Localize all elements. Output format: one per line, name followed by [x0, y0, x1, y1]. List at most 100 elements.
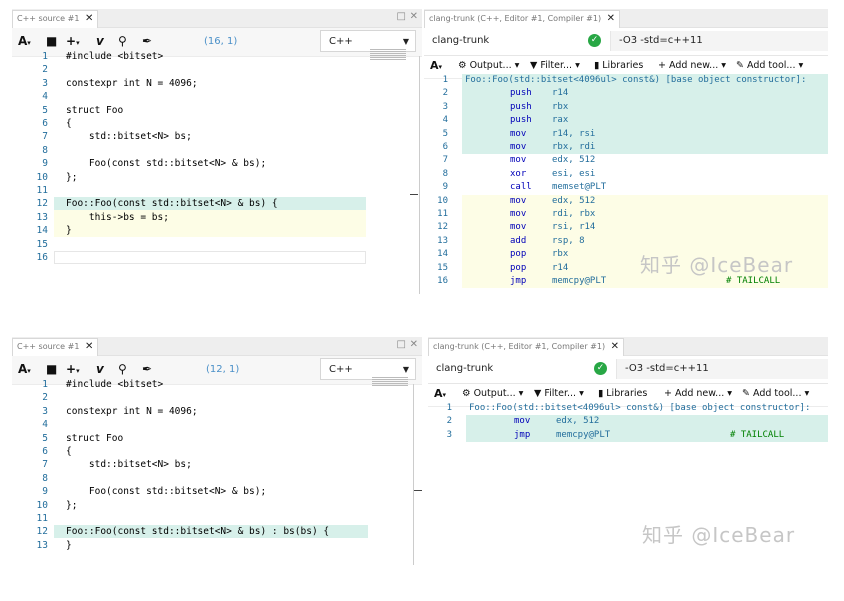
asm-line[interactable]: 2 mov edx, 512: [447, 415, 828, 429]
output-button[interactable]: ⚙ Output... ▾: [458, 60, 519, 71]
asm-line[interactable]: 7 mov edx, 512: [424, 154, 828, 167]
code-line[interactable]: 3 constexpr int N = 4096;: [12, 405, 422, 418]
code-line[interactable]: 7 std::bitset<N> bs;: [12, 458, 422, 471]
filter-button[interactable]: ▼ Filter... ▾: [530, 60, 580, 71]
asm-line[interactable]: 3 push rbx: [443, 100, 828, 115]
save-icon[interactable]: ■: [46, 362, 57, 376]
asm-operands: memset@PLT: [552, 182, 607, 193]
close-icon[interactable]: ✕: [611, 341, 619, 352]
add-tool-button[interactable]: ✎ Add tool... ▾: [736, 60, 803, 71]
editor-scrollbar[interactable]: [413, 384, 414, 565]
minimap[interactable]: [370, 49, 406, 67]
compiler-options-input[interactable]: -O3 -std=c++11: [616, 359, 828, 379]
asm-line[interactable]: 8 xor esi, esi: [424, 168, 828, 181]
compiler-select[interactable]: clang-trunk: [431, 359, 586, 379]
asm-line[interactable]: 10 mov edx, 512: [437, 194, 828, 208]
search-icon[interactable]: ⚲: [118, 34, 127, 48]
code-line[interactable]: 9 Foo(const std::bitset<N> & bs);: [12, 485, 422, 498]
code-line[interactable]: 11: [12, 184, 422, 197]
code-line[interactable]: 12 Foo::Foo(const std::bitset<N> & bs) : …: [12, 525, 422, 538]
pin-icon[interactable]: ✒: [142, 34, 152, 48]
font-icon[interactable]: A▾: [18, 362, 31, 376]
search-icon[interactable]: ⚲: [118, 362, 127, 376]
asm-line[interactable]: 6 mov rbx, rdi: [443, 141, 828, 155]
compiler-tab[interactable]: clang-trunk (C++, Editor #1, Compiler #1…: [424, 10, 620, 28]
pin-icon[interactable]: ✒: [142, 362, 152, 376]
asm-line[interactable]: 2 push r14: [443, 87, 828, 101]
add-icon[interactable]: +▾: [66, 362, 80, 376]
asm-line[interactable]: 5 mov r14, rsi: [443, 127, 828, 141]
code-line[interactable]: 6{: [12, 445, 422, 458]
save-icon[interactable]: ■: [46, 34, 57, 48]
close-icon[interactable]: ✕: [410, 339, 418, 350]
vim-icon[interactable]: v: [96, 362, 104, 376]
add-new-button[interactable]: + Add new... ▾: [664, 388, 732, 399]
code-line[interactable]: 11: [12, 512, 422, 525]
code-area[interactable]: 1 #include <bitset> 2 3 constexpr int N = 40…: [12, 49, 422, 294]
compiler-tab[interactable]: clang-trunk (C++, Editor #1, Compiler #1…: [428, 338, 624, 356]
code-line[interactable]: 13 this->bs = bs;: [12, 211, 422, 224]
libraries-button[interactable]: ▮ Libraries: [598, 388, 647, 399]
code-line[interactable]: 16: [12, 251, 422, 264]
code-line[interactable]: 10};: [12, 171, 422, 184]
add-tool-button[interactable]: ✎ Add tool... ▾: [742, 388, 809, 399]
editor-scrollbar[interactable]: [419, 56, 420, 294]
asm-line[interactable]: 12 mov rsi, r14: [437, 221, 828, 235]
editor-tab[interactable]: C++ source #1 ✕: [12, 338, 99, 356]
asm-line[interactable]: 13 add rsp, 8: [437, 234, 828, 249]
code-line[interactable]: 4: [12, 418, 422, 431]
code-line[interactable]: 6{: [12, 117, 422, 130]
add-new-button[interactable]: + Add new... ▾: [658, 60, 726, 71]
code-line[interactable]: 3 constexpr int N = 4096;: [12, 77, 422, 90]
maximize-icon[interactable]: □: [397, 339, 406, 350]
code-line[interactable]: 7 std::bitset<N> bs;: [12, 130, 422, 143]
code-area[interactable]: 1 #include <bitset> 2 3 constexpr int N = 40…: [12, 377, 422, 565]
code-line[interactable]: 4: [12, 90, 422, 103]
code-line[interactable]: 8: [12, 144, 422, 157]
output-button[interactable]: ⚙ Output... ▾: [462, 388, 523, 399]
font-icon[interactable]: A▾: [18, 34, 31, 48]
close-icon[interactable]: ✕: [85, 13, 93, 24]
wrench-icon: ✎: [736, 60, 744, 71]
splitter-handle[interactable]: [414, 490, 422, 491]
line-number: 9: [442, 182, 448, 193]
compiler-select[interactable]: clang-trunk: [427, 31, 582, 51]
asm-line[interactable]: 1 Foo::Foo(std::bitset<4096ul> const&) [b…: [443, 74, 828, 88]
code-line[interactable]: 12 Foo::Foo(const std::bitset<N> & bs) {: [12, 197, 422, 210]
asm-line[interactable]: 3 jmp memcpy@PLT # TAILCALL: [447, 428, 828, 443]
vim-icon[interactable]: v: [96, 34, 104, 48]
code-line[interactable]: 1 #include <bitset>: [12, 50, 422, 63]
code-line[interactable]: 9 Foo(const std::bitset<N> & bs);: [12, 157, 422, 170]
libraries-button[interactable]: ▮ Libraries: [594, 60, 643, 71]
minimap[interactable]: [372, 377, 408, 395]
compiler-options-input[interactable]: -O3 -std=c++11: [610, 31, 828, 51]
code-line[interactable]: 14}: [12, 224, 422, 237]
editor-tab[interactable]: C++ source #1 ✕: [12, 10, 99, 28]
code-line[interactable]: 5 struct Foo: [12, 432, 422, 445]
close-icon[interactable]: ✕: [410, 11, 418, 22]
asm-line[interactable]: 11 mov rdi, rbx: [437, 208, 828, 222]
code-line[interactable]: 13}: [12, 539, 422, 552]
close-icon[interactable]: ✕: [85, 341, 93, 352]
asm-line[interactable]: 4 push rax: [443, 114, 828, 128]
filter-button[interactable]: ▼ Filter... ▾: [534, 388, 584, 399]
code-line[interactable]: 8: [12, 472, 422, 485]
code-line[interactable]: 2: [12, 391, 422, 404]
code-line[interactable]: 2: [12, 63, 422, 76]
asm-line[interactable]: 1 Foo::Foo(std::bitset<4096ul> const&) [b…: [428, 402, 828, 415]
asm-line[interactable]: 9 call memset@PLT: [424, 181, 828, 194]
close-icon[interactable]: ✕: [607, 13, 615, 24]
font-icon[interactable]: A▾: [430, 59, 442, 72]
code-line[interactable]: 5 struct Foo: [12, 104, 422, 117]
libraries-label: Libraries: [602, 60, 644, 71]
code-line[interactable]: 10};: [12, 499, 422, 512]
asm-operands: rbx: [552, 101, 569, 112]
add-icon[interactable]: +▾: [66, 34, 80, 48]
code-line[interactable]: 15: [12, 238, 422, 251]
maximize-icon[interactable]: □: [397, 11, 406, 22]
code-line[interactable]: 1 #include <bitset>: [12, 378, 422, 391]
asm-operands: rdi, rbx: [552, 209, 596, 219]
splitter-handle[interactable]: [410, 194, 418, 195]
font-icon[interactable]: A▾: [434, 387, 446, 400]
book-icon: ▮: [594, 60, 600, 71]
